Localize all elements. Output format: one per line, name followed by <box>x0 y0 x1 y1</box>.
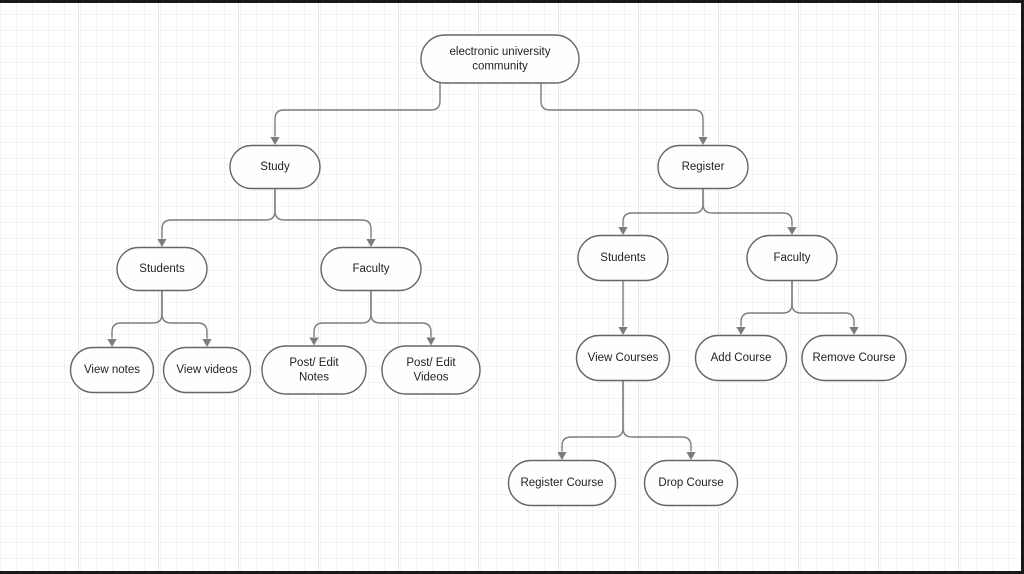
edge-study-faculty-to-post-edit-notes <box>313 290 372 337</box>
node-label-drop-course: Drop Course <box>658 477 723 489</box>
edge-study-to-study-students <box>161 188 276 239</box>
edge-study-students-to-view-videos <box>161 290 208 339</box>
edge-register-to-reg-students <box>622 188 704 227</box>
node-post-edit-videos[interactable]: Post/ Edit Videos <box>381 345 481 395</box>
node-label-study: Study <box>260 161 290 173</box>
edge-arrow-icon <box>787 227 797 235</box>
node-label-add-course: Add Course <box>711 352 772 364</box>
node-label-post-edit-notes: Post/ Edit <box>289 357 339 369</box>
edge-arrow-icon <box>618 227 628 235</box>
edge-arrow-icon <box>698 137 708 145</box>
edge-arrow-icon <box>736 327 746 335</box>
node-study-students[interactable]: Students <box>116 246 208 292</box>
edge-arrow-icon <box>849 327 859 335</box>
node-label-study-students: Students <box>139 263 185 275</box>
node-study-faculty[interactable]: Faculty <box>320 246 422 292</box>
node-label-reg-faculty: Faculty <box>773 252 810 264</box>
edge-register-to-reg-faculty <box>702 188 793 227</box>
edge-arrow-icon <box>618 327 628 335</box>
node-study[interactable]: Study <box>229 144 321 190</box>
node-view-courses[interactable]: View Courses <box>575 334 671 382</box>
node-label-view-courses: View Courses <box>588 352 659 364</box>
node-label-register: Register <box>682 161 725 173</box>
node-register[interactable]: Register <box>657 144 749 190</box>
node-label-post-edit-videos: Videos <box>414 371 449 383</box>
node-view-notes[interactable]: View notes <box>69 346 155 394</box>
node-root[interactable]: electronic university community <box>420 34 580 84</box>
node-label-register-course: Register Course <box>520 477 603 489</box>
edge-reg-faculty-to-add-course <box>740 280 793 327</box>
node-drop-course[interactable]: Drop Course <box>643 459 739 507</box>
node-reg-faculty[interactable]: Faculty <box>746 234 838 282</box>
node-label-study-faculty: Faculty <box>352 263 389 275</box>
edge-study-students-to-view-notes <box>111 290 163 339</box>
node-label-post-edit-videos: Post/ Edit <box>406 357 456 369</box>
edge-arrow-icon <box>270 137 280 145</box>
diagram-canvas[interactable]: electronic university community Study Regis… <box>0 0 1024 574</box>
diagram-svg[interactable]: electronic university community Study Regis… <box>0 0 1024 574</box>
node-shape-post-edit-videos <box>381 345 481 395</box>
edge-arrow-icon <box>366 239 376 247</box>
edge-arrow-icon <box>686 452 696 460</box>
node-label-root: community <box>472 60 528 72</box>
nodes-group: electronic university community Study Regis… <box>69 34 907 507</box>
node-view-videos[interactable]: View videos <box>162 346 252 394</box>
node-label-remove-course: Remove Course <box>812 352 895 364</box>
node-shape-post-edit-notes <box>261 345 367 395</box>
edge-arrow-icon <box>309 337 319 346</box>
node-label-root: electronic university <box>450 46 551 58</box>
edge-study-to-study-faculty <box>274 188 372 239</box>
node-shape-root <box>420 34 580 84</box>
edge-arrow-icon <box>557 452 567 460</box>
edge-root-to-register <box>540 83 704 137</box>
node-remove-course[interactable]: Remove Course <box>801 334 907 382</box>
edge-arrow-icon <box>426 337 436 346</box>
edge-arrow-icon <box>202 339 212 347</box>
edge-view-courses-to-drop-course <box>622 380 692 452</box>
node-label-reg-students: Students <box>600 252 646 264</box>
node-register-course[interactable]: Register Course <box>507 459 617 507</box>
edge-reg-faculty-to-remove-course <box>791 280 855 327</box>
edge-root-to-study <box>274 83 441 137</box>
node-post-edit-notes[interactable]: Post/ Edit Notes <box>261 345 367 395</box>
edges-group <box>107 83 859 460</box>
node-label-view-videos: View videos <box>176 364 237 376</box>
edge-study-faculty-to-post-edit-videos <box>370 290 432 337</box>
canvas-frame-top <box>0 0 1024 3</box>
node-label-view-notes: View notes <box>84 364 140 376</box>
edge-arrow-icon <box>107 339 117 347</box>
node-reg-students[interactable]: Students <box>577 234 669 282</box>
node-add-course[interactable]: Add Course <box>694 334 788 382</box>
node-label-post-edit-notes: Notes <box>299 371 329 383</box>
edge-view-courses-to-register-course <box>561 380 624 452</box>
edge-arrow-icon <box>157 239 167 247</box>
